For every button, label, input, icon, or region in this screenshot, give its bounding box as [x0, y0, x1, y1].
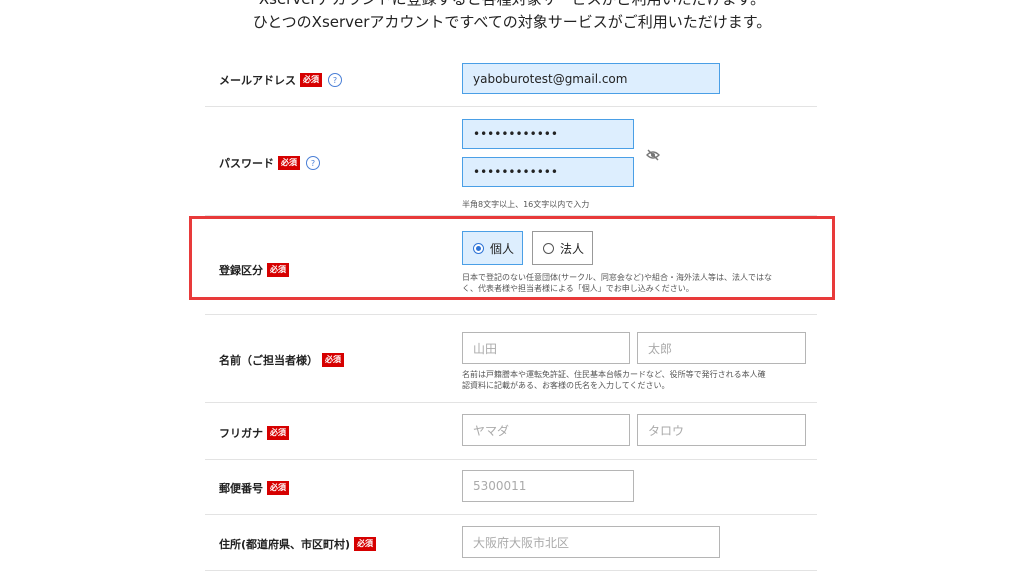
postal-code-row: 郵便番号 必須 5300011: [205, 460, 817, 515]
password-confirm-value: ••••••••••••: [473, 165, 558, 179]
help-icon[interactable]: ?: [306, 156, 320, 170]
password-field[interactable]: ••••••••••••: [462, 119, 634, 149]
password-hint: 半角8文字以上、16文字以内で入力: [462, 200, 590, 209]
first-name-placeholder: 太郎: [648, 341, 673, 356]
password-label: パスワード: [219, 157, 274, 170]
required-badge: 必須: [354, 537, 377, 551]
address-row: 住所(都道府県、市区町村) 必須 大阪府大阪市北区: [205, 515, 817, 571]
required-badge: 必須: [278, 156, 300, 170]
highlight-box: [189, 216, 835, 300]
password-row: パスワード 必須 ? •••••••••••• •••••••••••• 半角8…: [205, 107, 817, 216]
last-name-kana-placeholder: ヤマダ: [473, 423, 510, 438]
password-confirm-field[interactable]: ••••••••••••: [462, 157, 634, 187]
name-hint: 名前は戸籍謄本や運転免許証、住民基本台帳カードなど、役所等で発行される本人確 認…: [462, 369, 766, 391]
required-badge: 必須: [322, 353, 344, 367]
email-value: yaboburotest@gmail.com: [473, 71, 628, 86]
required-badge: 必須: [300, 73, 322, 87]
eye-slash-icon[interactable]: [646, 149, 660, 161]
postal-code-label: 郵便番号: [219, 482, 263, 495]
email-row: メールアドレス 必須 ? yaboburotest@gmail.com: [205, 52, 817, 107]
name-row: 名前（ご担当者様） 必須 山田 太郎 名前は戸籍謄本や運転免許証、住民基本台帳カ…: [205, 315, 817, 403]
first-name-kana-field[interactable]: タロウ: [637, 414, 806, 446]
first-name-field[interactable]: 太郎: [637, 332, 806, 364]
last-name-field[interactable]: 山田: [462, 332, 630, 364]
password-label-group: パスワード 必須 ?: [219, 155, 320, 171]
password-value: ••••••••••••: [473, 127, 558, 141]
help-icon[interactable]: ?: [328, 73, 342, 87]
header-intro: ひとつのXserverアカウントですべての対象サービスがご利用いただけます。: [252, 13, 772, 31]
address-label-group: 住所(都道府県、市区町村) 必須: [219, 536, 377, 552]
postal-code-placeholder: 5300011: [473, 479, 527, 493]
name-hint-line2: 認資料に記載がある、お客様の氏名を入力してください。: [462, 381, 670, 390]
name-label: 名前（ご担当者様）: [219, 354, 318, 367]
postal-code-field[interactable]: 5300011: [462, 470, 634, 502]
furigana-label: フリガナ: [219, 427, 263, 440]
email-field[interactable]: yaboburotest@gmail.com: [462, 63, 720, 94]
header-intro-cut: Xserverアカウントに登録すると各種対象サービスがご利用いただけます。: [0, 0, 1024, 9]
postal-code-label-group: 郵便番号 必須: [219, 480, 289, 496]
address-placeholder: 大阪府大阪市北区: [473, 535, 570, 550]
required-badge: 必須: [267, 426, 289, 440]
name-label-group: 名前（ご担当者様） 必須: [219, 352, 344, 368]
first-name-kana-placeholder: タロウ: [648, 423, 685, 438]
registration-form: メールアドレス 必須 ? yaboburotest@gmail.com パスワー…: [205, 52, 817, 571]
email-label-group: メールアドレス 必須 ?: [219, 72, 342, 88]
last-name-placeholder: 山田: [473, 341, 498, 356]
address-field[interactable]: 大阪府大阪市北区: [462, 526, 720, 558]
required-badge: 必須: [267, 481, 289, 495]
furigana-row: フリガナ 必須 ヤマダ タロウ: [205, 403, 817, 460]
email-label: メールアドレス: [219, 74, 296, 87]
address-label: 住所(都道府県、市区町村): [219, 538, 351, 551]
furigana-label-group: フリガナ 必須: [219, 425, 289, 441]
name-hint-line1: 名前は戸籍謄本や運転免許証、住民基本台帳カードなど、役所等で発行される本人確: [462, 370, 766, 379]
last-name-kana-field[interactable]: ヤマダ: [462, 414, 630, 446]
